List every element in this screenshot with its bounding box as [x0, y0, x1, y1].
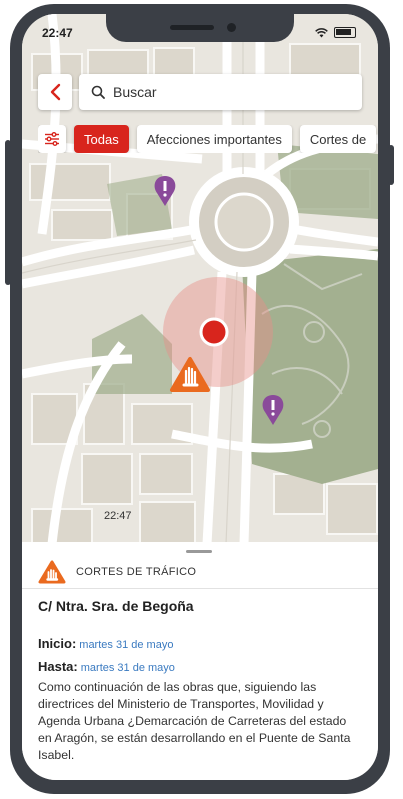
traffic-cut-icon — [38, 560, 66, 584]
incident-detail-sheet[interactable]: CORTES DE TRÁFICO C/ Ntra. Sra. de Begoñ… — [22, 542, 378, 780]
end-date-row: Hasta: martes 31 de mayo — [38, 659, 175, 674]
filter-chip-afecciones[interactable]: Afecciones importantes — [136, 125, 292, 153]
sheet-drag-handle[interactable] — [186, 550, 212, 553]
phone-notch — [106, 14, 294, 42]
status-time: 22:47 — [42, 26, 73, 40]
phone-side-button — [5, 140, 11, 285]
start-value: martes 31 de mayo — [79, 639, 174, 651]
filter-chip-todas[interactable]: Todas — [74, 125, 129, 153]
sliders-icon — [45, 132, 59, 146]
status-icons — [315, 27, 356, 38]
phone-side-button-right — [388, 145, 394, 185]
start-label: Inicio: — [38, 636, 77, 651]
start-date-row: Inicio: martes 31 de mayo — [38, 636, 173, 651]
filter-chip-cortes[interactable]: Cortes de — [299, 125, 377, 153]
incident-description: Como continuación de las obras que, sigu… — [38, 680, 351, 762]
category-row: CORTES DE TRÁFICO — [38, 560, 196, 584]
map-time-echo: 22:47 — [104, 510, 132, 522]
app-screen: 22:47 22:47 Buscar Todas Afecciones impo… — [22, 14, 378, 780]
search-placeholder: Buscar — [113, 84, 157, 100]
chevron-left-icon — [50, 83, 61, 101]
street-title: C/ Ntra. Sra. de Begoña — [38, 598, 194, 614]
end-value: martes 31 de mayo — [80, 662, 175, 674]
filter-settings-button[interactable] — [38, 125, 66, 153]
divider — [22, 588, 378, 589]
search-input[interactable]: Buscar — [79, 74, 362, 110]
category-label: CORTES DE TRÁFICO — [76, 566, 197, 578]
search-icon — [91, 85, 105, 99]
back-button[interactable] — [38, 74, 72, 110]
end-label: Hasta: — [38, 659, 78, 674]
filter-bar: Todas Afecciones importantes Cortes de — [38, 125, 378, 153]
battery-icon — [334, 27, 356, 38]
selected-location-marker[interactable] — [199, 317, 229, 347]
search-bar-row: Buscar — [38, 74, 362, 110]
wifi-icon — [315, 27, 328, 37]
